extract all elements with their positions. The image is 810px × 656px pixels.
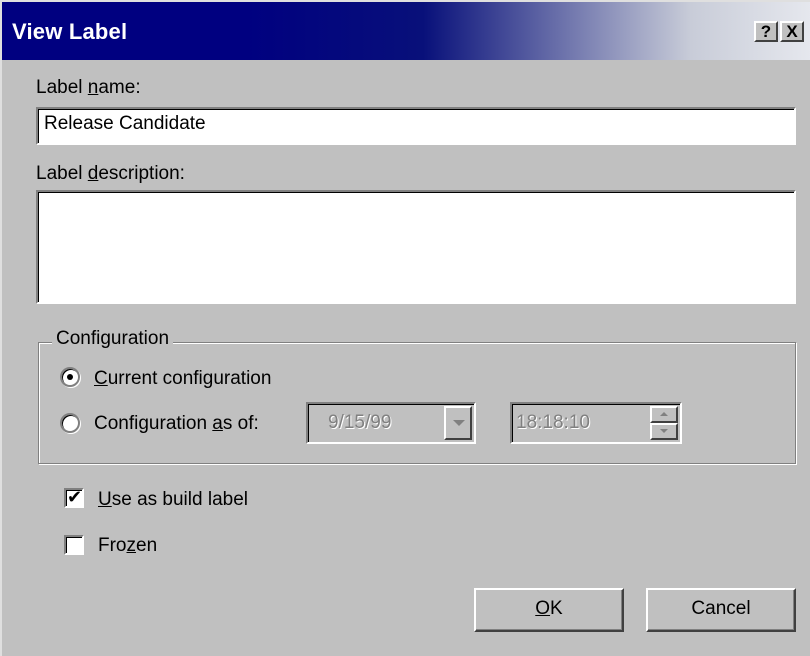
label-description-label: Label description: (36, 163, 185, 184)
as-of-date-combobox[interactable]: 9/15/99 (306, 402, 476, 444)
view-label-dialog: View Label ? X Label name: Release Candi… (0, 0, 810, 656)
date-dropdown-button[interactable] (444, 406, 472, 440)
window-title: View Label (12, 19, 128, 44)
configuration-legend: Configuration (52, 328, 174, 350)
time-spin-buttons (650, 406, 678, 440)
close-button[interactable]: X (780, 21, 804, 42)
frozen-checkbox[interactable] (64, 535, 84, 555)
time-spin-up-button[interactable] (650, 406, 678, 423)
radio-selected-dot (67, 374, 73, 380)
spin-down-icon (660, 429, 668, 433)
help-icon: ? (760, 22, 772, 41)
as-of-date-value: 9/15/99 (328, 412, 392, 433)
title-bar[interactable]: View Label ? X (2, 2, 810, 60)
label-name-value: Release Candidate (44, 113, 206, 134)
frozen-label[interactable]: Frozen (98, 535, 157, 557)
current-configuration-radio[interactable] (60, 367, 80, 387)
time-spin-down-button[interactable] (650, 423, 678, 440)
label-name-label: Label name: (36, 77, 141, 98)
as-of-time-value: 18:18:10 (516, 412, 590, 433)
configuration-as-of-label[interactable]: Configuration as of: (94, 413, 259, 435)
cancel-button[interactable]: Cancel (646, 588, 796, 632)
spin-up-icon (660, 412, 668, 416)
close-icon: X (786, 22, 798, 41)
as-of-time-spinner[interactable]: 18:18:10 (510, 402, 682, 444)
label-description-textarea[interactable] (36, 190, 796, 304)
label-name-input[interactable]: Release Candidate (36, 107, 796, 145)
configuration-as-of-radio[interactable] (60, 413, 80, 433)
help-button[interactable]: ? (754, 21, 778, 42)
use-as-build-label-label[interactable]: Use as build label (98, 489, 248, 511)
chevron-down-icon (453, 420, 465, 426)
current-configuration-label[interactable]: Current configuration (94, 368, 271, 390)
use-as-build-label-checkbox[interactable]: ✔ (64, 487, 84, 508)
checkmark-icon: ✔ (67, 487, 83, 507)
ok-button[interactable]: OK (474, 588, 624, 632)
